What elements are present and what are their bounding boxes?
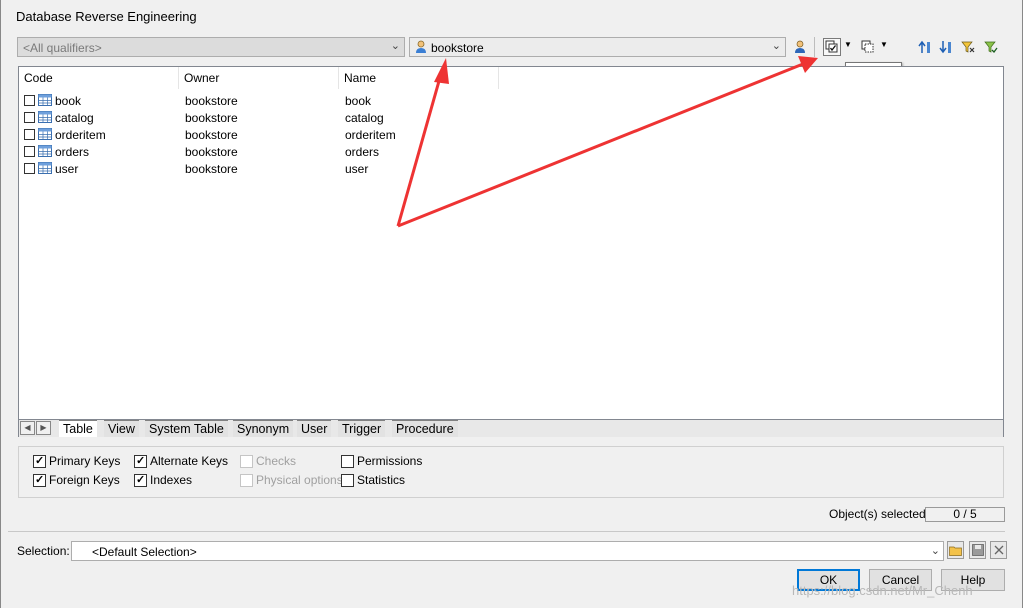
annotation-arrows xyxy=(396,56,818,228)
annotation-arrowhead-owner xyxy=(434,58,449,84)
annotation-arrow-select-all xyxy=(397,62,804,228)
annotation-arrow-owner xyxy=(396,73,443,227)
